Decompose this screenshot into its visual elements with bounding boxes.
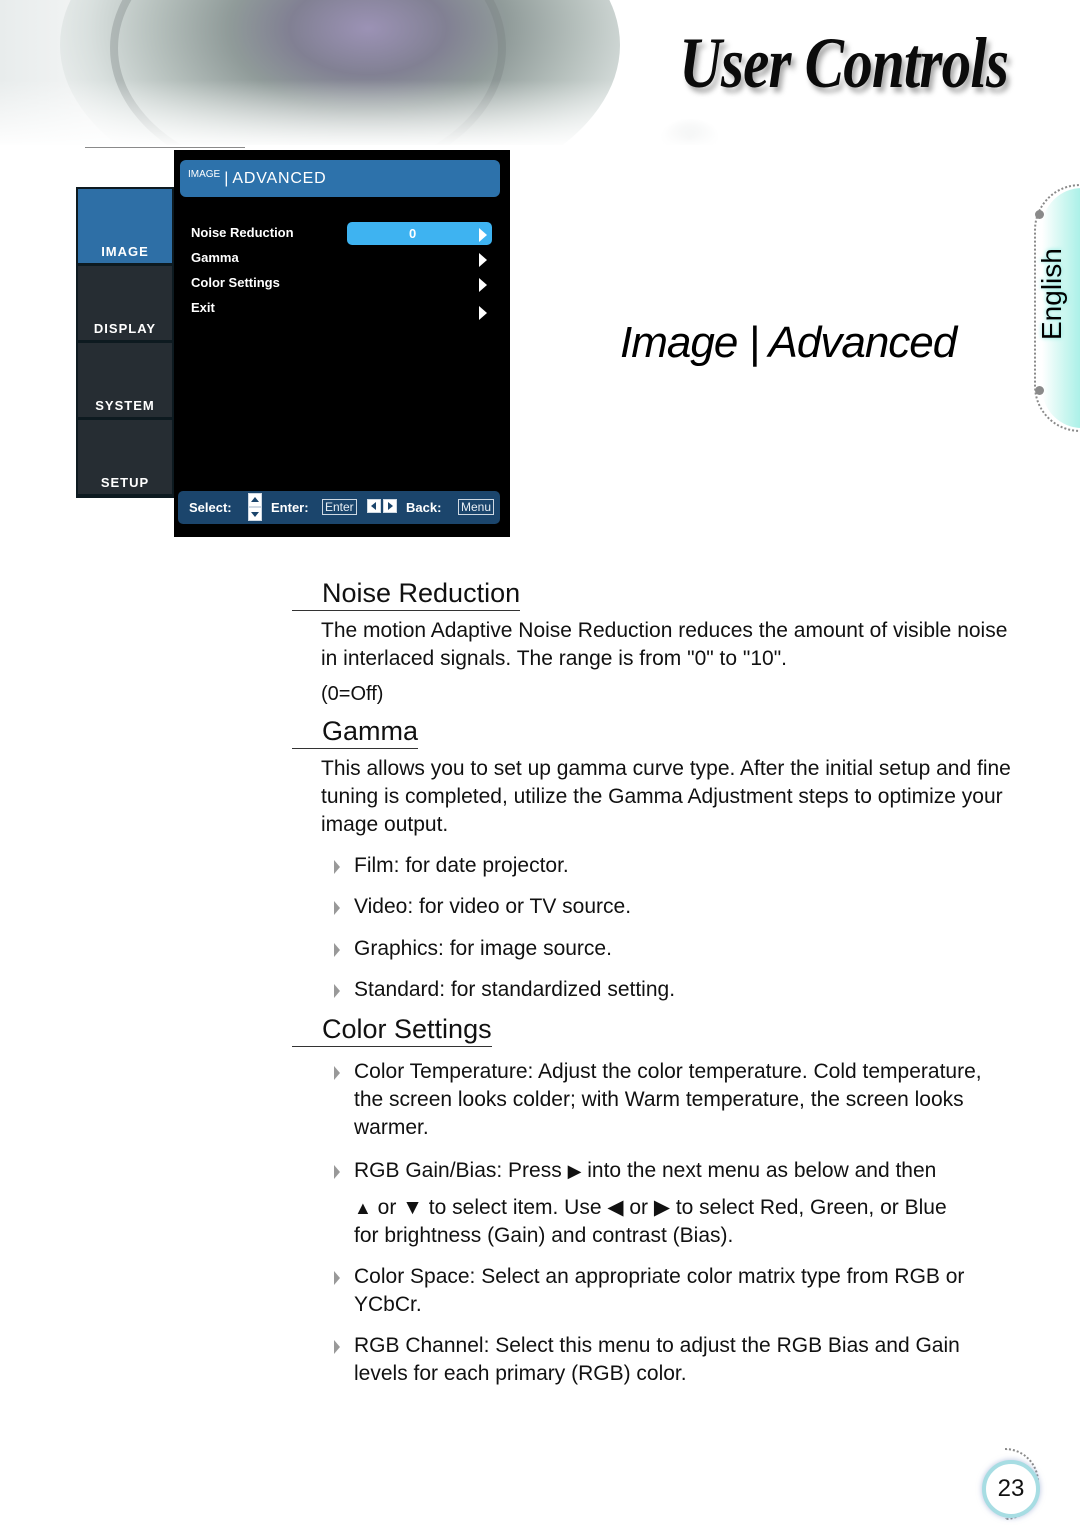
chevron-right-icon — [479, 253, 487, 267]
osd-tab-label: SETUP — [100, 475, 150, 490]
osd-item-label: Color Settings — [191, 275, 280, 290]
language-label: English — [1036, 248, 1067, 340]
chevron-right-icon — [479, 278, 487, 292]
osd-item-label: Gamma — [191, 250, 239, 265]
select-label: Select: — [189, 500, 232, 515]
osd-tab-setup[interactable]: SETUP — [78, 420, 172, 494]
osd-item-noise-reduction[interactable]: 0 Noise Reduction — [191, 222, 492, 245]
header-divider — [85, 147, 245, 148]
osd-crumb-current: ADVANCED — [232, 169, 327, 187]
rgb-channel-item: RGB Channel: Select this menu to adjust … — [334, 1332, 994, 1388]
dot-decoration — [1035, 210, 1044, 219]
gamma-description: This allows you to set up gamma curve ty… — [321, 757, 1011, 836]
osd-tab-system[interactable]: SYSTEM — [78, 343, 172, 417]
chapter-title: User Controls — [679, 23, 1009, 103]
topic-color-settings: Color Settings — [292, 1014, 492, 1047]
menu-key: Menu — [458, 499, 495, 515]
osd-selected-highlight: 0 — [347, 222, 492, 245]
osd-tab-label: IMAGE — [101, 244, 149, 259]
topic-gamma: Gamma — [292, 716, 419, 749]
osd-item-exit[interactable]: Exit — [191, 298, 491, 320]
down-key-icon — [248, 507, 262, 521]
right-key-icon — [383, 499, 397, 513]
osd-item-gamma[interactable]: Gamma — [191, 248, 491, 270]
up-arrow-glyph-icon: ▲ — [354, 1198, 372, 1218]
bullet-arrow-icon — [334, 1066, 340, 1080]
bullet-arrow-icon — [334, 1340, 340, 1354]
topic-title: Noise Reduction — [322, 578, 521, 608]
dot-decoration — [1035, 386, 1044, 395]
osd-tab-label: SYSTEM — [95, 398, 155, 413]
chevron-right-icon — [479, 228, 487, 242]
chevron-right-icon — [479, 306, 487, 320]
rgb-gain-bias-item: RGB Gain/Bias: Press ▶ into the next men… — [334, 1157, 1014, 1185]
rgb-gain-bias-instructions: ▲ or ▼ to select item. Use ◀ or ▶ to sel… — [354, 1196, 947, 1247]
bullet-arrow-icon — [334, 1165, 340, 1179]
osd-crumb-parent: IMAGE — [188, 169, 221, 180]
bullet-arrow-icon — [334, 860, 340, 874]
topic-noise-reduction: Noise Reduction — [292, 578, 521, 611]
osd-crumb-separator: | — [224, 169, 229, 187]
page-number: 23 — [982, 1460, 1040, 1518]
osd-tab-display[interactable]: DISPLAY — [78, 266, 172, 340]
osd-key-legend: Select: Enter: Enter Back: Menu — [178, 491, 500, 524]
osd-tab-label: DISPLAY — [93, 321, 157, 336]
color-temperature-item: Color Temperature: Adjust the color temp… — [334, 1058, 994, 1142]
bullet-arrow-icon — [334, 901, 340, 915]
up-key-icon — [248, 493, 262, 507]
osd-side-menu: IMAGE DISPLAY SYSTEM SETUP — [76, 187, 174, 498]
gamma-option-graphics: Graphics: for image source. — [334, 935, 1014, 963]
section-title: Image | Advanced — [620, 318, 957, 367]
color-space-item: Color Space: Select an appropriate color… — [334, 1263, 1014, 1319]
gamma-option-standard: Standard: for standardized setting. — [334, 976, 1014, 1004]
osd-item-label: Exit — [191, 300, 215, 315]
gamma-option-video: Video: for video or TV source. — [334, 893, 1014, 921]
osd-breadcrumb: IMAGE | ADVANCED — [180, 160, 500, 197]
right-arrow-glyph-icon: ▶ — [567, 1161, 582, 1181]
noise-reduction-note: (0=Off) — [321, 683, 384, 705]
enter-key: Enter — [322, 499, 357, 515]
bullet-arrow-icon — [334, 943, 340, 957]
enter-label: Enter: — [271, 500, 309, 515]
header-banner: User Controls — [0, 0, 1080, 145]
topic-title: Color Settings — [322, 1014, 492, 1044]
bullet-arrow-icon — [334, 1271, 340, 1285]
topic-title: Gamma — [322, 716, 419, 746]
osd-item-label: Noise Reduction — [191, 225, 294, 240]
noise-reduction-description: The motion Adaptive Noise Reduction redu… — [321, 619, 1008, 670]
bullet-arrow-icon — [334, 984, 340, 998]
left-key-icon — [367, 499, 381, 513]
osd-tab-image[interactable]: IMAGE — [78, 189, 172, 263]
noise-reduction-value: 0 — [409, 226, 417, 241]
gamma-option-film: Film: for date projector. — [334, 852, 1014, 880]
osd-item-color-settings[interactable]: Color Settings — [191, 273, 491, 295]
osd-menu-panel: IMAGE | ADVANCED 0 Noise Reduction Gamma… — [174, 150, 510, 537]
back-label: Back: — [406, 500, 442, 515]
